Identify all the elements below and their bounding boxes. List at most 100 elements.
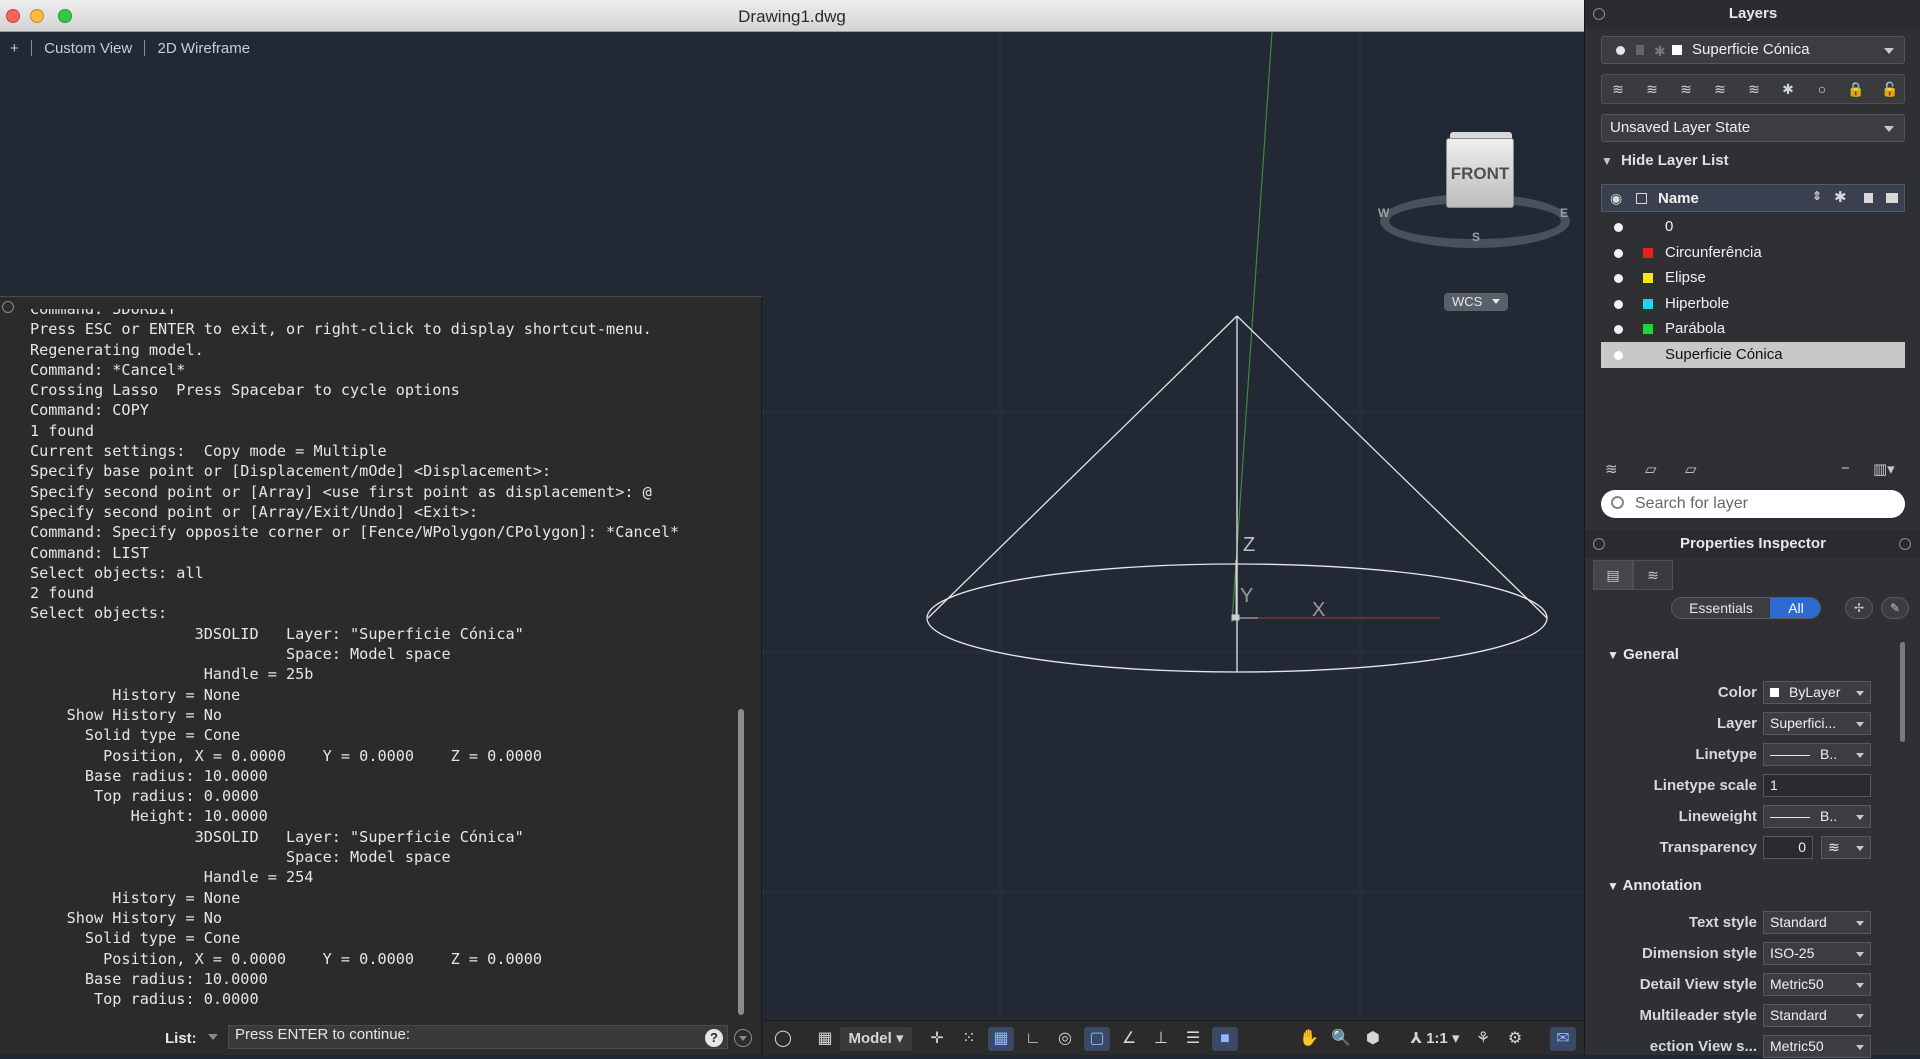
command-scrollbar[interactable] (738, 709, 744, 1015)
layer-row[interactable]: 0 (1601, 214, 1905, 240)
layer-unlock-icon[interactable]: 🔓 (1878, 78, 1902, 100)
viewport-menu-button[interactable]: + (10, 40, 19, 57)
new-layer-icon[interactable]: ≋ (1605, 460, 1618, 478)
command-input[interactable]: Press ENTER to continue: (228, 1025, 728, 1049)
viewcube-front-face[interactable]: FRONT (1446, 138, 1514, 208)
close-icon[interactable] (2, 301, 14, 313)
freeze-column-icon[interactable]: ✱ (1834, 188, 1847, 206)
lineweight-dropdown[interactable]: B.. (1763, 805, 1871, 828)
compass-west[interactable]: W (1378, 206, 1389, 220)
new-filter-folder-icon[interactable]: ▱ (1685, 460, 1697, 478)
layer-previous-icon[interactable]: ≋ (1674, 78, 1698, 100)
transparency-menu[interactable]: ≋ (1821, 836, 1871, 859)
viewcube[interactable]: W E S FRONT (1376, 102, 1576, 252)
visibility-dot-icon[interactable] (1614, 299, 1623, 309)
color-dropdown[interactable]: ByLayer (1763, 681, 1871, 704)
orbit-cube-icon[interactable]: ⬢ (1360, 1027, 1386, 1051)
layer-unisolate-icon[interactable]: ≋ (1742, 78, 1766, 100)
lock-column-icon[interactable] (1864, 193, 1873, 203)
object-snap-icon[interactable]: ▢ (1084, 1027, 1110, 1051)
essentials-segment[interactable]: Essentials (1672, 598, 1770, 618)
visibility-dot-icon[interactable] (1614, 248, 1623, 258)
chevron-down-icon[interactable] (208, 1034, 218, 1040)
eye-icon[interactable]: ◉ (1610, 190, 1622, 207)
all-segment[interactable]: All (1770, 598, 1820, 618)
linetype-dropdown[interactable]: B.. (1763, 743, 1871, 766)
layer-search-input[interactable]: Search for layer (1601, 490, 1905, 518)
collapse-icon[interactable] (1899, 538, 1911, 550)
name-column-header[interactable]: Name (1658, 190, 1699, 207)
transparency-icon[interactable]: ■ (1212, 1027, 1238, 1051)
color-column-icon[interactable] (1636, 193, 1647, 204)
close-icon[interactable] (1593, 8, 1605, 20)
compass-south[interactable]: S (1472, 230, 1480, 244)
general-section-header[interactable]: ▼ General (1607, 646, 1679, 663)
layer-row[interactable]: Circunferência (1601, 240, 1905, 266)
properties-tab[interactable]: ▤ (1593, 560, 1633, 590)
visibility-dot-icon[interactable] (1614, 350, 1623, 360)
layer-color-swatch[interactable] (1643, 324, 1653, 335)
detail-view-style-dropdown[interactable]: Metric50 (1763, 973, 1871, 996)
layer-list-header[interactable]: ◉ Name ⇕ ✱ (1601, 184, 1905, 212)
layout-grid-icon[interactable]: ▦ (812, 1027, 838, 1051)
annotation-section-header[interactable]: ▼ Annotation (1607, 877, 1702, 894)
ortho-icon[interactable]: ∟ (1020, 1027, 1046, 1051)
new-group-folder-icon[interactable]: ▱ (1645, 460, 1657, 478)
visibility-dot-icon[interactable] (1614, 223, 1623, 232)
new-layer-icon[interactable]: ≋ (1606, 78, 1630, 100)
layer-state-dropdown[interactable]: Unsaved Layer State (1601, 114, 1905, 142)
transparency-input[interactable]: 0 (1763, 836, 1813, 859)
columns-menu-icon[interactable]: ▥▾ (1873, 460, 1895, 478)
visibility-dot-icon[interactable] (1614, 274, 1623, 284)
quick-select-icon[interactable]: ✎ (1881, 597, 1909, 619)
wcs-menu[interactable]: WCS (1444, 293, 1508, 311)
layer-row[interactable]: Superficie Cónica (1601, 341, 1905, 368)
zoom-icon[interactable]: 🔍 (1328, 1027, 1354, 1051)
sort-icon[interactable]: ⇕ (1812, 189, 1822, 203)
properties-scrollbar[interactable] (1900, 642, 1905, 742)
multileader-style-dropdown[interactable]: Standard (1763, 1004, 1871, 1027)
annotation-scale-button[interactable]: ⅄ 1:1 ▾ (1406, 1027, 1464, 1051)
messages-icon[interactable]: ✉ (1550, 1027, 1576, 1051)
layer-row[interactable]: Parábola (1601, 316, 1905, 342)
hide-layer-list-toggle[interactable]: ▼ Hide Layer List (1601, 152, 1729, 169)
snap-icon[interactable]: ⁙ (956, 1027, 982, 1051)
command-menu-icon[interactable] (734, 1029, 752, 1047)
compass-east[interactable]: E (1560, 206, 1568, 220)
delete-layer-icon[interactable]: − (1841, 460, 1850, 477)
text-style-dropdown[interactable]: Standard (1763, 911, 1871, 934)
visual-style-control[interactable]: 2D Wireframe (158, 40, 251, 57)
close-icon[interactable] (1593, 538, 1605, 550)
select-objects-icon[interactable]: ✢ (1845, 597, 1873, 619)
plot-column-icon[interactable] (1886, 193, 1898, 203)
current-layer-dropdown[interactable]: ✱ Superficie Cónica (1601, 36, 1905, 64)
lineweight-icon[interactable]: ☰ (1180, 1027, 1206, 1051)
layer-color-swatch[interactable] (1643, 273, 1653, 284)
layer-color-swatch[interactable] (1643, 298, 1653, 309)
pan-hand-icon[interactable]: ✋ (1296, 1027, 1322, 1051)
layer-row[interactable]: Elipse (1601, 265, 1905, 291)
annotation-visibility-icon[interactable]: ⚘ (1470, 1027, 1496, 1051)
angle-icon[interactable]: ∠ (1116, 1027, 1142, 1051)
help-icon[interactable]: ? (705, 1029, 723, 1047)
auto-scale-icon[interactable]: ⚙ (1502, 1027, 1528, 1051)
dimension-style-dropdown[interactable]: ISO-25 (1763, 942, 1871, 965)
grid-icon[interactable]: ▦ (988, 1027, 1014, 1051)
tracking-icon[interactable]: ⊥ (1148, 1027, 1174, 1051)
layer-off-icon[interactable]: ○ (1810, 78, 1834, 100)
layer-lock-icon[interactable]: 🔒 (1844, 78, 1868, 100)
layer-color-swatch[interactable] (1643, 247, 1653, 258)
layer-isolate-icon[interactable]: ≋ (1708, 78, 1732, 100)
layers-tab[interactable]: ≋ (1633, 560, 1673, 590)
status-menu-icon[interactable]: ◯ (770, 1027, 796, 1051)
visibility-dot-icon[interactable] (1614, 325, 1623, 335)
view-control[interactable]: Custom View (44, 40, 132, 57)
layer-match-icon[interactable]: ≋ (1640, 78, 1664, 100)
model-space-button[interactable]: Model ▾ (840, 1027, 912, 1051)
layer-row[interactable]: Hiperbole (1601, 291, 1905, 317)
layer-dropdown[interactable]: Superfici... (1763, 712, 1871, 735)
layer-freeze-icon[interactable]: ✱ (1776, 78, 1800, 100)
crosshair-icon[interactable]: ✛ (924, 1027, 950, 1051)
linetype-scale-input[interactable]: 1 (1763, 774, 1871, 797)
polar-icon[interactable]: ◎ (1052, 1027, 1078, 1051)
